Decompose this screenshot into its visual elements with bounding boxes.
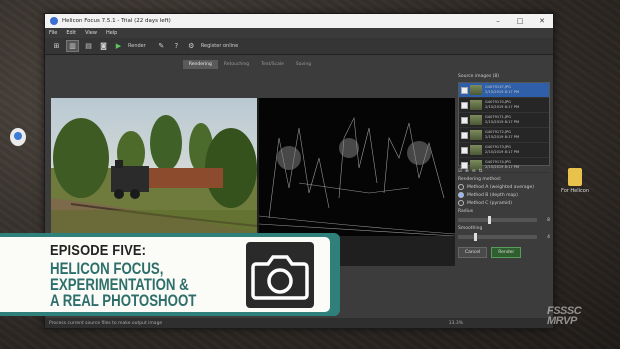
thumbnail: [470, 115, 482, 125]
file-date: 2/15/2019 8:17 PM: [485, 90, 520, 94]
close-button[interactable]: ✕: [531, 17, 553, 25]
brush-icon[interactable]: ✎: [156, 41, 167, 51]
file-date: 2/15/2019 8:17 PM: [485, 150, 520, 154]
mode-tabs: Rendering Retouching Text/Scale Saving: [45, 58, 455, 70]
thumbnail: [470, 145, 482, 155]
zoom-level[interactable]: 13.3%: [449, 321, 463, 326]
file-date: 2/15/2019 8:17 PM: [485, 105, 520, 109]
rendering-method-label: Rendering method:: [458, 177, 502, 182]
right-panel: Source images (8) G4079137.JPG 2/15/2019 …: [458, 74, 550, 294]
camera-icon: [246, 242, 314, 308]
train-layout-photo: [51, 98, 257, 236]
radius-value[interactable]: 8: [547, 218, 550, 223]
app-icon: [10, 128, 26, 146]
thumbnail: [470, 100, 482, 110]
smoothing-slider[interactable]: [458, 233, 538, 241]
list-item[interactable]: G4079171.JPG 2/15/2019 8:17 PM: [459, 113, 549, 128]
list-item[interactable]: G4079172.JPG 2/15/2019 8:17 PM: [459, 128, 549, 143]
app-logo-icon: [50, 17, 58, 25]
tab-retouching[interactable]: Retouching: [218, 60, 255, 69]
menu-file[interactable]: File: [49, 30, 57, 36]
add-files-icon[interactable]: ⊞: [51, 41, 62, 51]
checkbox[interactable]: [461, 101, 468, 109]
title-bar: Helicon Focus 7.5.1 - Trial (22 days lef…: [45, 14, 553, 28]
method-b-radio[interactable]: Method B (depth map): [458, 192, 550, 198]
cancel-button[interactable]: Cancel: [458, 247, 488, 258]
thumbnail: [470, 85, 482, 95]
menu-view[interactable]: View: [85, 30, 97, 36]
desktop-icon-right[interactable]: For Helicon: [560, 168, 590, 194]
channel-watermark: FSSSC MRVP: [547, 306, 582, 327]
folder-icon: [568, 168, 582, 186]
render-play-icon[interactable]: ▶: [113, 41, 124, 51]
remove-icon[interactable]: ⊖: [472, 169, 476, 174]
method-a-label: Method A (weighted average): [467, 184, 534, 190]
method-c-radio[interactable]: Method C (pyramid): [458, 200, 550, 206]
desktop-icon-left[interactable]: [3, 128, 33, 148]
source-image-preview: [51, 98, 257, 236]
watermark-line-2: MRVP: [547, 315, 577, 327]
method-a-radio[interactable]: Method A (weighted average): [458, 184, 550, 190]
add-icon[interactable]: ⊕: [465, 169, 469, 174]
sort-icon[interactable]: ⇅: [479, 169, 483, 174]
method-b-label: Method B (depth map): [467, 192, 518, 198]
checkbox[interactable]: [461, 146, 468, 154]
depth-map-image: [259, 98, 455, 236]
checkbox[interactable]: [461, 161, 468, 169]
toolbar: ⊞ ▥ ▤ ◙ ▶ Render ✎ ? ⚙ Register online: [45, 38, 553, 55]
tab-text-scale[interactable]: Text/Scale: [255, 60, 290, 69]
tab-rendering[interactable]: Rendering: [182, 59, 218, 69]
thumbnail: [470, 130, 482, 140]
checkbox[interactable]: [461, 86, 468, 94]
status-message: Process current source files to make out…: [49, 320, 163, 326]
source-images-header: Source images (8): [458, 74, 500, 79]
list-item[interactable]: G4079173.JPG 2/15/2019 8:17 PM: [459, 143, 549, 158]
two-pane-view-icon[interactable]: ▥: [66, 40, 79, 52]
render-button[interactable]: Render: [491, 247, 522, 258]
list-item[interactable]: G4079170.JPG 2/15/2019 8:17 PM: [459, 98, 549, 113]
check-all-icon[interactable]: ☑: [458, 169, 462, 174]
banner-line-3: A REAL PHOTOSHOOT: [50, 291, 197, 310]
help-icon[interactable]: ?: [171, 41, 182, 51]
window-title: Helicon Focus 7.5.1 - Trial (22 days lef…: [62, 18, 171, 24]
radio-indicator: [458, 200, 464, 206]
menu-help[interactable]: Help: [106, 30, 117, 36]
checkbox[interactable]: [461, 131, 468, 139]
toolbar-render-label[interactable]: Render: [128, 43, 146, 49]
radio-indicator: [458, 184, 464, 190]
camera-icon[interactable]: ◙: [98, 41, 109, 51]
desktop-icon-label: For Helicon: [561, 188, 589, 194]
single-view-icon[interactable]: ▤: [83, 41, 94, 51]
radio-indicator: [458, 192, 464, 198]
tab-saving[interactable]: Saving: [290, 60, 317, 69]
file-date: 2/15/2019 8:17 PM: [485, 165, 520, 169]
gear-icon[interactable]: ⚙: [186, 41, 197, 51]
list-item[interactable]: G4079137.JPG 2/15/2019 8:17 PM: [459, 83, 549, 98]
file-date: 2/15/2019 8:17 PM: [485, 135, 520, 139]
radius-slider[interactable]: [458, 216, 538, 224]
episode-banner: EPISODE FIVE: HELICON FOCUS, EXPERIMENTA…: [0, 233, 340, 316]
source-images-list[interactable]: G4079137.JPG 2/15/2019 8:17 PM G4079170.J…: [458, 82, 550, 173]
menu-bar: File Edit View Help: [45, 28, 553, 38]
smoothing-value[interactable]: 4: [547, 235, 550, 240]
minimize-button[interactable]: –: [487, 17, 509, 25]
episode-title: EPISODE FIVE:: [50, 242, 147, 259]
menu-edit[interactable]: Edit: [66, 30, 76, 36]
register-online-link[interactable]: Register online: [201, 43, 238, 49]
banner-card: EPISODE FIVE: HELICON FOCUS, EXPERIMENTA…: [0, 237, 330, 312]
status-bar: Process current source files to make out…: [45, 318, 553, 328]
method-c-label: Method C (pyramid): [467, 200, 513, 206]
maximize-button[interactable]: □: [509, 17, 531, 25]
checkbox[interactable]: [461, 116, 468, 124]
file-date: 2/15/2019 8:17 PM: [485, 120, 520, 124]
depth-map-preview: [259, 98, 455, 236]
